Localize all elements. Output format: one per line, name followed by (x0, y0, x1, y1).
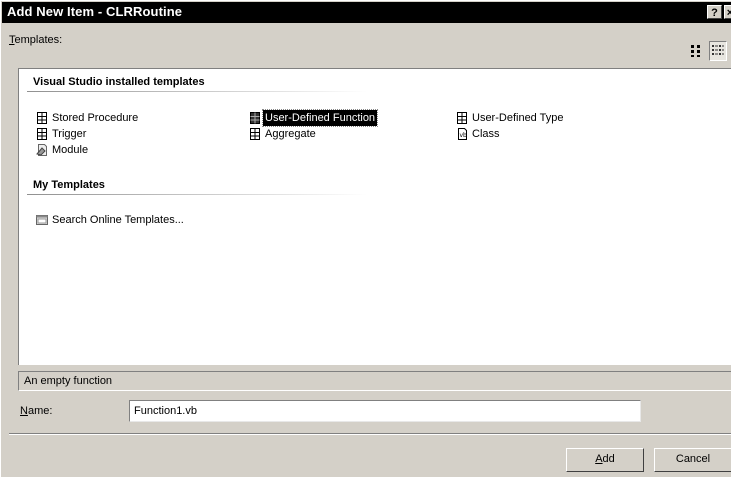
template-item-trigger[interactable]: Trigger (35, 126, 88, 142)
template-item-user-defined-type[interactable]: User-Defined Type (455, 110, 566, 126)
svg-text:vb: vb (460, 132, 468, 139)
dialog-separator (9, 433, 731, 435)
class-file-icon: vb (458, 128, 468, 140)
group-header-my-templates: My Templates (33, 179, 105, 191)
template-label: Trigger (52, 128, 87, 140)
window-title: Add New Item - CLRRoutine (7, 4, 183, 19)
template-label: Aggregate (265, 128, 316, 140)
group-divider (27, 194, 367, 195)
template-label: User-Defined Type (472, 112, 564, 124)
name-label: Name: (20, 405, 53, 417)
name-field[interactable] (129, 400, 641, 422)
template-item-user-defined-function[interactable]: User-Defined Function (248, 109, 379, 127)
template-label: Module (52, 144, 89, 156)
cancel-button[interactable]: Cancel (654, 448, 731, 472)
code-file-icon (37, 128, 47, 140)
small-icons-icon (712, 45, 724, 55)
module-icon (36, 144, 47, 156)
templates-list[interactable]: Visual Studio installed templates Stored… (18, 68, 731, 365)
code-file-icon (37, 112, 47, 124)
template-item-module[interactable]: Module (35, 142, 90, 158)
template-item-search-online[interactable]: Search Online Templates... (35, 212, 186, 228)
template-label: Class (472, 128, 500, 140)
group-divider (27, 91, 367, 92)
close-button[interactable]: × (724, 5, 731, 19)
template-item-aggregate[interactable]: Aggregate (248, 126, 318, 142)
add-new-item-dialog: Add New Item - CLRRoutine ? × Templates:… (0, 0, 731, 477)
code-file-icon (250, 112, 260, 124)
template-label: User-Defined Function (261, 109, 379, 127)
template-description: An empty function (18, 371, 731, 391)
small-icons-view-button[interactable] (709, 41, 727, 61)
add-button[interactable]: Add (566, 448, 644, 472)
group-header-installed: Visual Studio installed templates (33, 76, 205, 88)
templates-label: Templates: (9, 34, 63, 46)
template-item-class[interactable]: vb Class (455, 126, 502, 142)
code-file-icon (457, 112, 467, 124)
template-item-stored-procedure[interactable]: Stored Procedure (35, 110, 140, 126)
help-button[interactable]: ? (707, 5, 722, 19)
large-icons-icon (691, 45, 700, 57)
code-file-icon (250, 128, 260, 140)
template-label: Search Online Templates... (52, 214, 184, 226)
search-online-icon (36, 215, 48, 225)
large-icons-view-button[interactable] (687, 41, 705, 61)
title-bar: Add New Item - CLRRoutine ? × (2, 2, 731, 23)
template-label: Stored Procedure (52, 112, 139, 124)
